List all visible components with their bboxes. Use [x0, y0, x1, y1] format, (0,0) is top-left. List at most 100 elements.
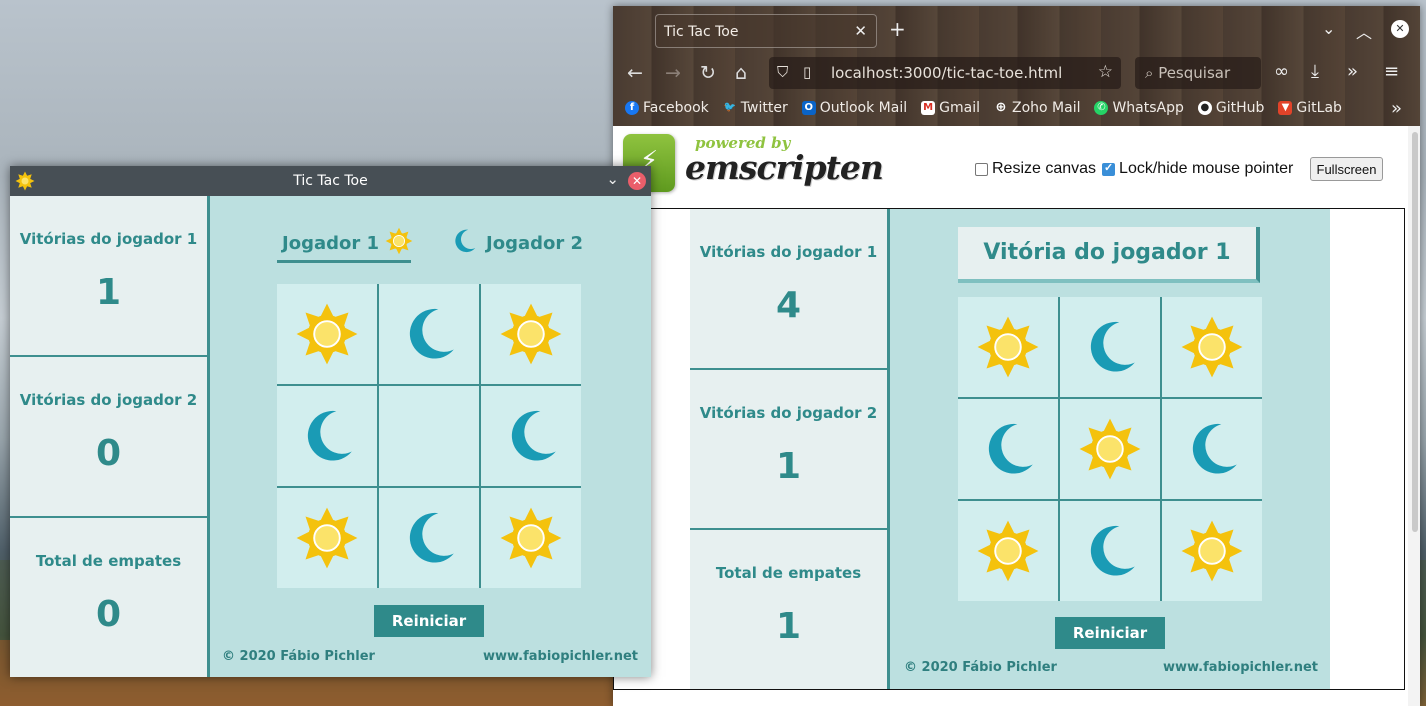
board-cell[interactable]	[1060, 501, 1160, 601]
stat-player1-wins: Vitórias do jogador 1 4	[690, 209, 887, 370]
active-player-indicator	[277, 260, 411, 263]
board-cell[interactable]	[277, 386, 377, 486]
restart-button[interactable]: Reiniciar	[374, 605, 484, 637]
board-cell[interactable]	[277, 284, 377, 384]
scrollbar[interactable]	[1408, 126, 1420, 706]
whatsapp-icon: ✆	[1094, 101, 1109, 115]
bookmark-github[interactable]: ● GitHub	[1197, 100, 1264, 116]
sun-icon	[385, 227, 413, 260]
reload-icon[interactable]: ↻	[700, 62, 716, 84]
winner-banner: Vitória do jogador 1	[958, 227, 1260, 283]
search-placeholder: Pesquisar	[1158, 64, 1231, 82]
board-cell[interactable]	[1162, 297, 1262, 397]
private-mask-icon[interactable]: ∞	[1274, 61, 1289, 82]
sun-icon	[1181, 316, 1243, 378]
board-cell[interactable]	[481, 284, 581, 384]
board-cell[interactable]	[1162, 399, 1262, 499]
website-link[interactable]: www.fabiopichler.net	[1163, 660, 1318, 675]
search-input[interactable]: ⌕ Pesquisar	[1135, 57, 1261, 89]
bookmark-outlook[interactable]: O Outlook Mail	[801, 100, 907, 116]
game-panel: Jogador 1 Jogador 2 Reiniciar © 2020 Fáb…	[210, 196, 651, 677]
window-titlebar[interactable]: Tic Tac Toe ⌄ ✕	[10, 166, 651, 196]
emscripten-canvas[interactable]: Vitórias do jogador 1 4 Vitórias do joga…	[613, 208, 1405, 690]
url-bar[interactable]: ⛉ ▯ localhost:3000/tic-tac-toe.html ☆	[769, 57, 1121, 89]
player2-label: Jogador 2	[486, 233, 584, 254]
bookmark-facebook[interactable]: f Facebook	[625, 100, 709, 116]
board-cell[interactable]	[958, 501, 1058, 601]
sun-icon	[977, 316, 1039, 378]
maximize-icon[interactable]: ︿	[1356, 19, 1372, 43]
close-window-icon[interactable]: ✕	[1391, 20, 1409, 38]
board-cell[interactable]	[481, 488, 581, 588]
bookmarks-overflow-icon[interactable]: »	[1391, 98, 1402, 119]
list-tabs-icon[interactable]: ⌄	[1322, 19, 1335, 38]
score-sidebar: Vitórias do jogador 1 4 Vitórias do joga…	[690, 209, 890, 689]
overflow-icon[interactable]: »	[1347, 61, 1358, 82]
facebook-icon: f	[625, 101, 639, 115]
player2-tab[interactable]: Jogador 2	[450, 227, 583, 260]
page-icon: ▯	[803, 63, 812, 81]
game-left: Vitórias do jogador 1 1 Vitórias do joga…	[10, 196, 651, 677]
bookmark-zoho[interactable]: ⊕ Zoho Mail	[994, 100, 1081, 116]
sun-icon	[1079, 418, 1141, 480]
sun-icon	[500, 303, 562, 365]
player1-tab[interactable]: Jogador 1	[282, 227, 413, 260]
player1-label: Jogador 1	[282, 233, 380, 254]
bookmark-gitlab[interactable]: ▼ GitLab	[1278, 100, 1342, 116]
github-icon: ●	[1197, 101, 1212, 115]
bookmark-star-icon[interactable]: ☆	[1098, 62, 1113, 82]
board-cell[interactable]	[379, 386, 479, 486]
stat-player1-wins: Vitórias do jogador 1 1	[10, 196, 207, 357]
board-cell[interactable]	[481, 386, 581, 486]
moon-icon	[1090, 525, 1135, 576]
fullscreen-button[interactable]: Fullscreen	[1310, 157, 1383, 181]
board-cell[interactable]	[379, 488, 479, 588]
sun-app-icon	[15, 171, 35, 191]
page-content: ⚡ powered by emscripten Resize canvas Lo…	[613, 126, 1408, 706]
menu-icon[interactable]: ≡	[1384, 61, 1399, 82]
bookmark-twitter[interactable]: 🐦 Twitter	[723, 100, 788, 116]
kde-window: Tic Tac Toe ⌄ ✕ Vitórias do jogador 1 1 …	[10, 166, 651, 677]
search-icon: ⌕	[1145, 64, 1154, 82]
board-cell[interactable]	[958, 399, 1058, 499]
score-sidebar: Vitórias do jogador 1 1 Vitórias do joga…	[10, 196, 210, 677]
new-tab-icon[interactable]: +	[889, 17, 906, 41]
tab-title: Tic Tac Toe	[664, 24, 739, 40]
bookmark-gmail[interactable]: M Gmail	[921, 100, 980, 116]
gitlab-icon: ▼	[1278, 101, 1293, 115]
sun-icon	[296, 507, 358, 569]
tab-close-icon[interactable]: ✕	[854, 22, 867, 40]
board-cell[interactable]	[1060, 399, 1160, 499]
board-cell[interactable]	[958, 297, 1058, 397]
sun-icon	[296, 303, 358, 365]
stat-player2-wins: Vitórias do jogador 2 1	[690, 370, 887, 531]
globe-icon: ⊕	[995, 100, 1007, 115]
game-right: Vitórias do jogador 1 4 Vitórias do joga…	[690, 209, 1330, 689]
moon-icon	[988, 423, 1033, 474]
board-cell[interactable]	[1060, 297, 1160, 397]
close-icon[interactable]: ✕	[628, 172, 646, 190]
forward-icon[interactable]: →	[665, 62, 681, 84]
firefox-window: Tic Tac Toe ✕ + ⌄ ︿ ✕ ← → ↻ ⌂ ⛉ ▯ localh…	[613, 6, 1420, 706]
tab-tic-tac-toe[interactable]: Tic Tac Toe ✕	[655, 14, 877, 48]
website-link[interactable]: www.fabiopichler.net	[483, 649, 638, 664]
lock-pointer-label: Lock/hide mouse pointer	[1119, 160, 1294, 177]
moon-icon	[450, 227, 478, 260]
board-cell[interactable]	[277, 488, 377, 588]
minimize-icon[interactable]: ⌄	[606, 170, 619, 188]
home-icon[interactable]: ⌂	[735, 62, 747, 84]
restart-button[interactable]: Reiniciar	[1055, 617, 1165, 649]
board-cell[interactable]	[1162, 501, 1262, 601]
resize-canvas-checkbox[interactable]	[975, 162, 988, 176]
back-icon[interactable]: ←	[627, 62, 643, 84]
copyright-text: © 2020 Fábio Pichler	[222, 649, 375, 664]
board-cell[interactable]	[379, 284, 479, 384]
shield-icon[interactable]: ⛉	[777, 63, 788, 81]
downloads-icon[interactable]: ⤓	[1311, 61, 1319, 82]
lock-pointer-checkbox[interactable]	[1102, 161, 1116, 176]
moon-icon	[409, 308, 454, 359]
moon-icon	[1192, 423, 1237, 474]
bookmark-whatsapp[interactable]: ✆ WhatsApp	[1094, 100, 1184, 116]
emscripten-controls: Resize canvas Lock/hide mouse pointer	[975, 160, 1293, 178]
stat-draws: Total de empates 0	[35, 552, 182, 635]
